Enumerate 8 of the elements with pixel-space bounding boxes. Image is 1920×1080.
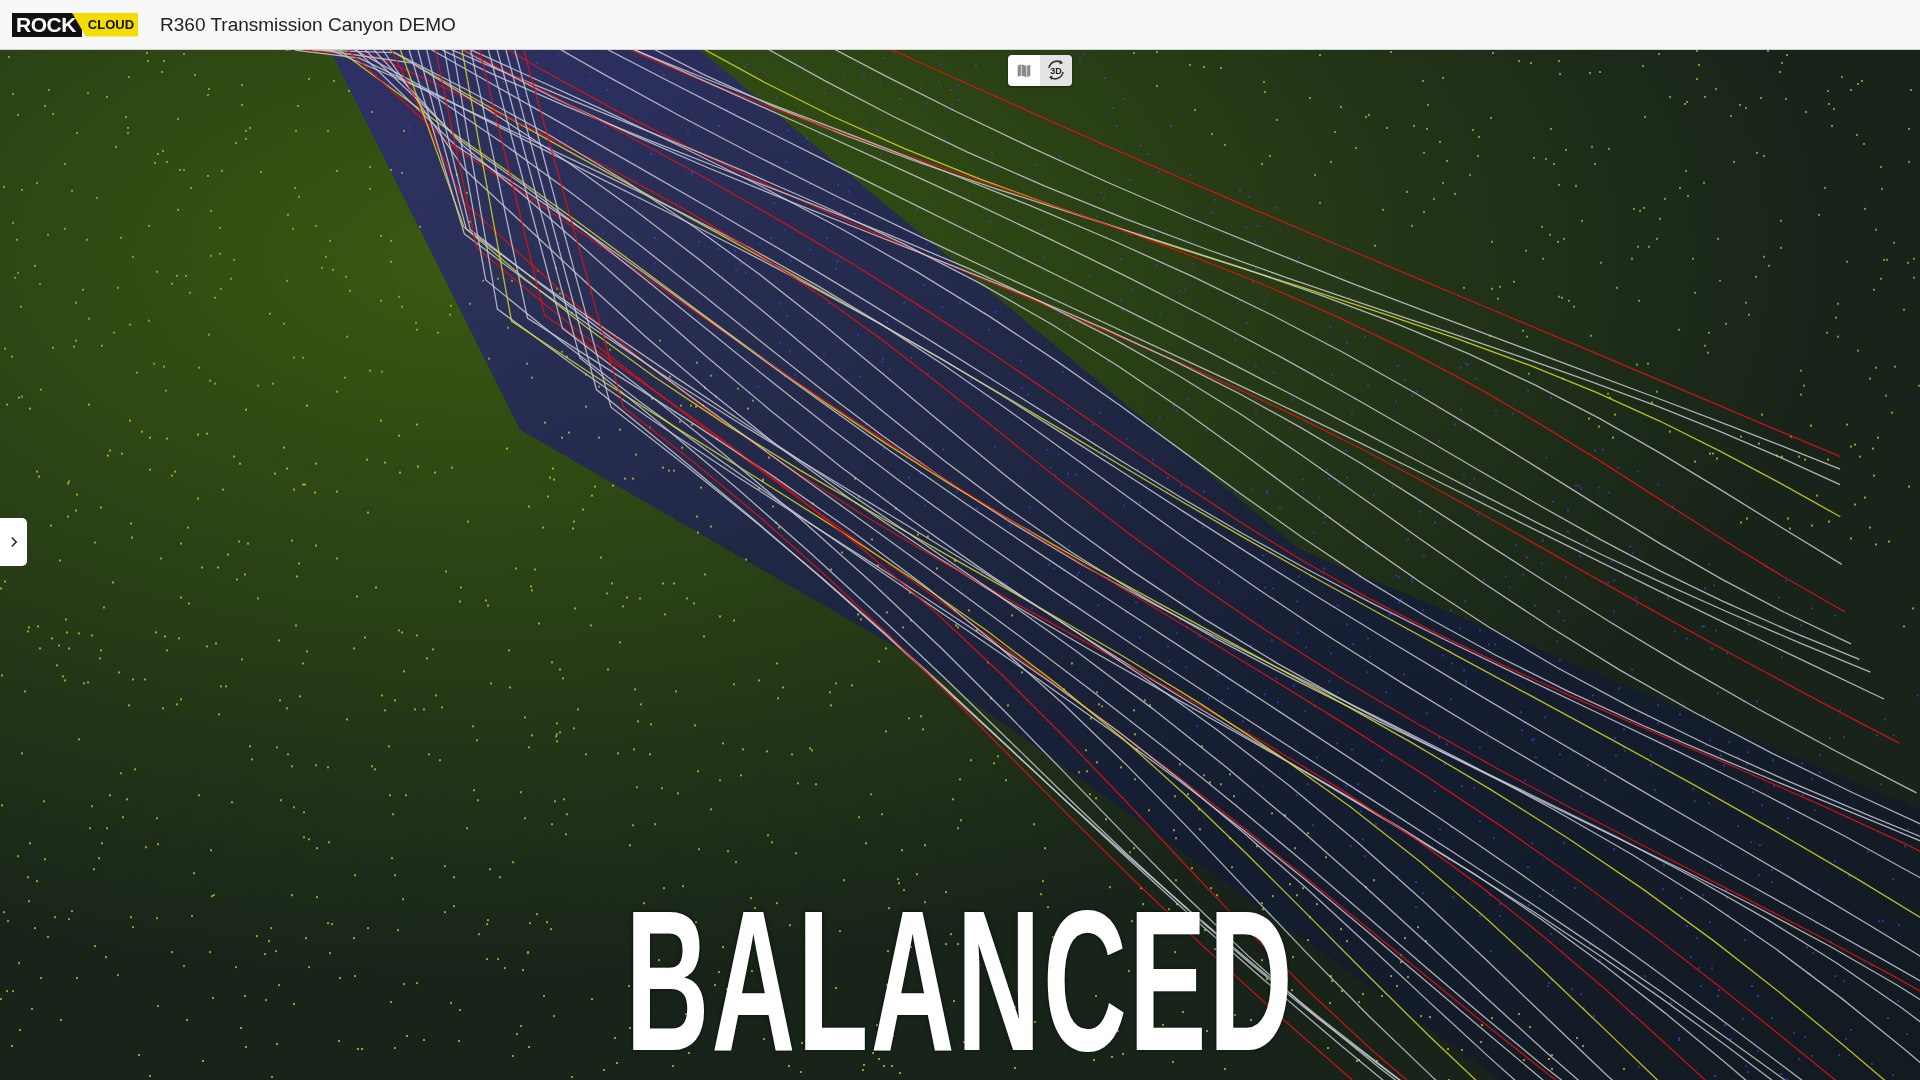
map-view-button[interactable]	[1008, 55, 1040, 86]
map-icon	[1015, 61, 1033, 80]
chevron-right-icon	[9, 536, 18, 548]
expand-panel-button[interactable]	[0, 518, 27, 566]
3d-view-button[interactable]: 3D	[1040, 55, 1072, 86]
point-cloud-drawing[interactable]	[0, 50, 1920, 1080]
caption-text: BALANCED	[625, 906, 1295, 1056]
project-title: R360 Transmission Canyon DEMO	[160, 13, 456, 36]
